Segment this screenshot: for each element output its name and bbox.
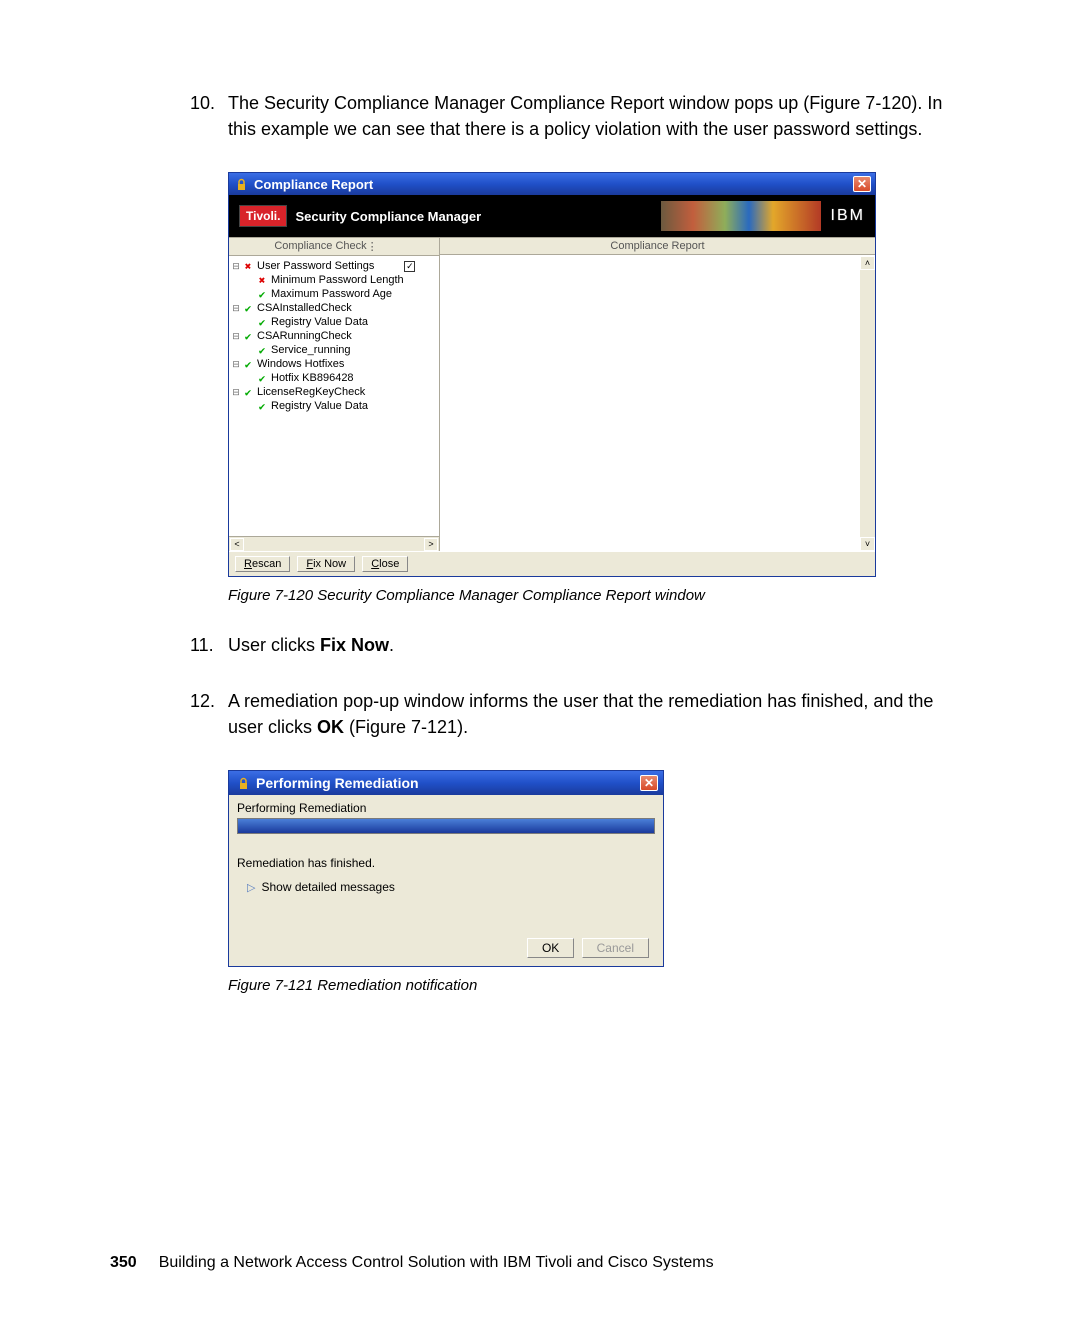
tree-item[interactable]: ✔Registry Value Data	[231, 315, 437, 329]
scroll-up-icon[interactable]: ˄	[860, 256, 875, 270]
tree-toggle-icon[interactable]: ⊟	[231, 387, 241, 398]
compliance-tree[interactable]: ⊟✖User Password Settings✓✖Minimum Passwo…	[229, 256, 439, 536]
tree-item[interactable]: ⊟✔Windows Hotfixes	[231, 357, 437, 371]
banner-image	[661, 201, 821, 231]
titlebar: Performing Remediation ✕	[229, 771, 663, 795]
footer-text: Building a Network Access Control Soluti…	[159, 1254, 714, 1271]
column-resize-icon[interactable]: ⋮	[367, 240, 378, 253]
tree-item-label: Maximum Password Age	[271, 288, 392, 300]
horizontal-scrollbar[interactable]: < >	[229, 536, 439, 551]
scroll-right-icon[interactable]: >	[424, 538, 438, 551]
step-10-num: 10.	[190, 90, 228, 116]
progress-bar	[237, 818, 655, 834]
fail-icon: ✖	[241, 260, 255, 273]
banner: Tivoli. Security Compliance Manager IBM	[229, 195, 875, 237]
pass-icon: ✔	[255, 400, 269, 413]
step-12: 12.A remediation pop-up window informs t…	[228, 688, 960, 740]
tree-item-label: CSARunningCheck	[257, 330, 352, 342]
col-head-left[interactable]: Compliance Check⋮	[229, 238, 439, 256]
tree-item-label: LicenseRegKeyCheck	[257, 386, 365, 398]
banner-text: Security Compliance Manager	[295, 209, 481, 224]
tree-item[interactable]: ✔Hotfix KB896428	[231, 371, 437, 385]
scroll-left-icon[interactable]: <	[230, 538, 244, 551]
window-title: Compliance Report	[254, 177, 373, 192]
pass-icon: ✔	[241, 386, 255, 399]
step-11: 11.User clicks Fix Now.	[228, 632, 960, 658]
figure-121-caption: Figure 7-121 Remediation notification	[228, 977, 960, 994]
tree-toggle-icon[interactable]: ⊟	[231, 261, 241, 272]
tree-item[interactable]: ✔Registry Value Data	[231, 399, 437, 413]
compliance-check-panel: Compliance Check⋮ ⊟✖User Password Settin…	[229, 238, 440, 551]
step-12-num: 12.	[190, 688, 228, 714]
tree-item-label: Minimum Password Length	[271, 274, 404, 286]
rescan-button[interactable]: Rescan	[235, 556, 290, 572]
expand-icon: ▷	[247, 881, 255, 894]
vertical-scrollbar[interactable]: ˄ ˅	[860, 256, 875, 551]
tree-item-label: Registry Value Data	[271, 316, 368, 328]
pass-icon: ✔	[241, 302, 255, 315]
step-11-num: 11.	[190, 632, 228, 658]
close-button[interactable]: Close	[362, 556, 408, 572]
tree-item[interactable]: ⊟✔LicenseRegKeyCheck	[231, 385, 437, 399]
ok-button[interactable]: OK	[527, 938, 574, 958]
tree-item[interactable]: ✔Maximum Password Age	[231, 287, 437, 301]
item-checkbox[interactable]: ✓	[404, 261, 415, 272]
figure-120-caption: Figure 7-120 Security Compliance Manager…	[228, 587, 960, 604]
tree-item-label: User Password Settings	[257, 260, 374, 272]
show-details-toggle[interactable]: ▷ Show detailed messages	[237, 880, 655, 894]
tree-toggle-icon[interactable]: ⊟	[231, 359, 241, 370]
close-icon[interactable]: ✕	[640, 775, 658, 791]
tree-item-label: Service_running	[271, 344, 351, 356]
lock-icon	[235, 178, 248, 191]
tree-toggle-icon[interactable]: ⊟	[231, 331, 241, 342]
col-head-right[interactable]: Compliance Report	[440, 238, 875, 255]
pass-icon: ✔	[241, 330, 255, 343]
compliance-report-panel: Compliance Report ˄ ˅	[440, 238, 875, 551]
tree-item-label: CSAInstalledCheck	[257, 302, 352, 314]
step-10-text: The Security Compliance Manager Complian…	[228, 93, 942, 139]
progress-label: Performing Remediation	[237, 801, 655, 815]
remediation-message: Remediation has finished.	[237, 856, 655, 870]
pass-icon: ✔	[255, 316, 269, 329]
cancel-button: Cancel	[582, 938, 649, 958]
tree-item[interactable]: ⊟✔CSARunningCheck	[231, 329, 437, 343]
tree-item-label: Windows Hotfixes	[257, 358, 344, 370]
pass-icon: ✔	[241, 358, 255, 371]
tree-item[interactable]: ✔Service_running	[231, 343, 437, 357]
tree-item[interactable]: ✖Minimum Password Length	[231, 273, 437, 287]
tivoli-badge: Tivoli.	[239, 205, 287, 227]
ibm-logo: IBM	[831, 207, 865, 225]
close-icon[interactable]: ✕	[853, 176, 871, 192]
titlebar: Compliance Report ✕	[229, 173, 875, 195]
remediation-window: Performing Remediation ✕ Performing Reme…	[228, 770, 664, 967]
pass-icon: ✔	[255, 344, 269, 357]
lock-icon	[237, 777, 250, 790]
scroll-down-icon[interactable]: ˅	[860, 537, 875, 551]
button-row: Rescan Fix Now Close	[229, 551, 875, 576]
fix-now-button[interactable]: Fix Now	[297, 556, 355, 572]
tree-toggle-icon[interactable]: ⊟	[231, 303, 241, 314]
tree-item[interactable]: ⊟✖User Password Settings ✓	[231, 259, 437, 273]
pass-icon: ✔	[255, 372, 269, 385]
step-10: 10.The Security Compliance Manager Compl…	[228, 90, 960, 142]
compliance-report-window: Compliance Report ✕ Tivoli. Security Com…	[228, 172, 876, 577]
page-footer: 350 Building a Network Access Control Sol…	[110, 1254, 714, 1272]
window-title: Performing Remediation	[256, 775, 419, 791]
tree-item-label: Registry Value Data	[271, 400, 368, 412]
page-number: 350	[110, 1254, 137, 1271]
tree-item-label: Hotfix KB896428	[271, 372, 354, 384]
fail-icon: ✖	[255, 274, 269, 287]
pass-icon: ✔	[255, 288, 269, 301]
tree-item[interactable]: ⊟✔CSAInstalledCheck	[231, 301, 437, 315]
